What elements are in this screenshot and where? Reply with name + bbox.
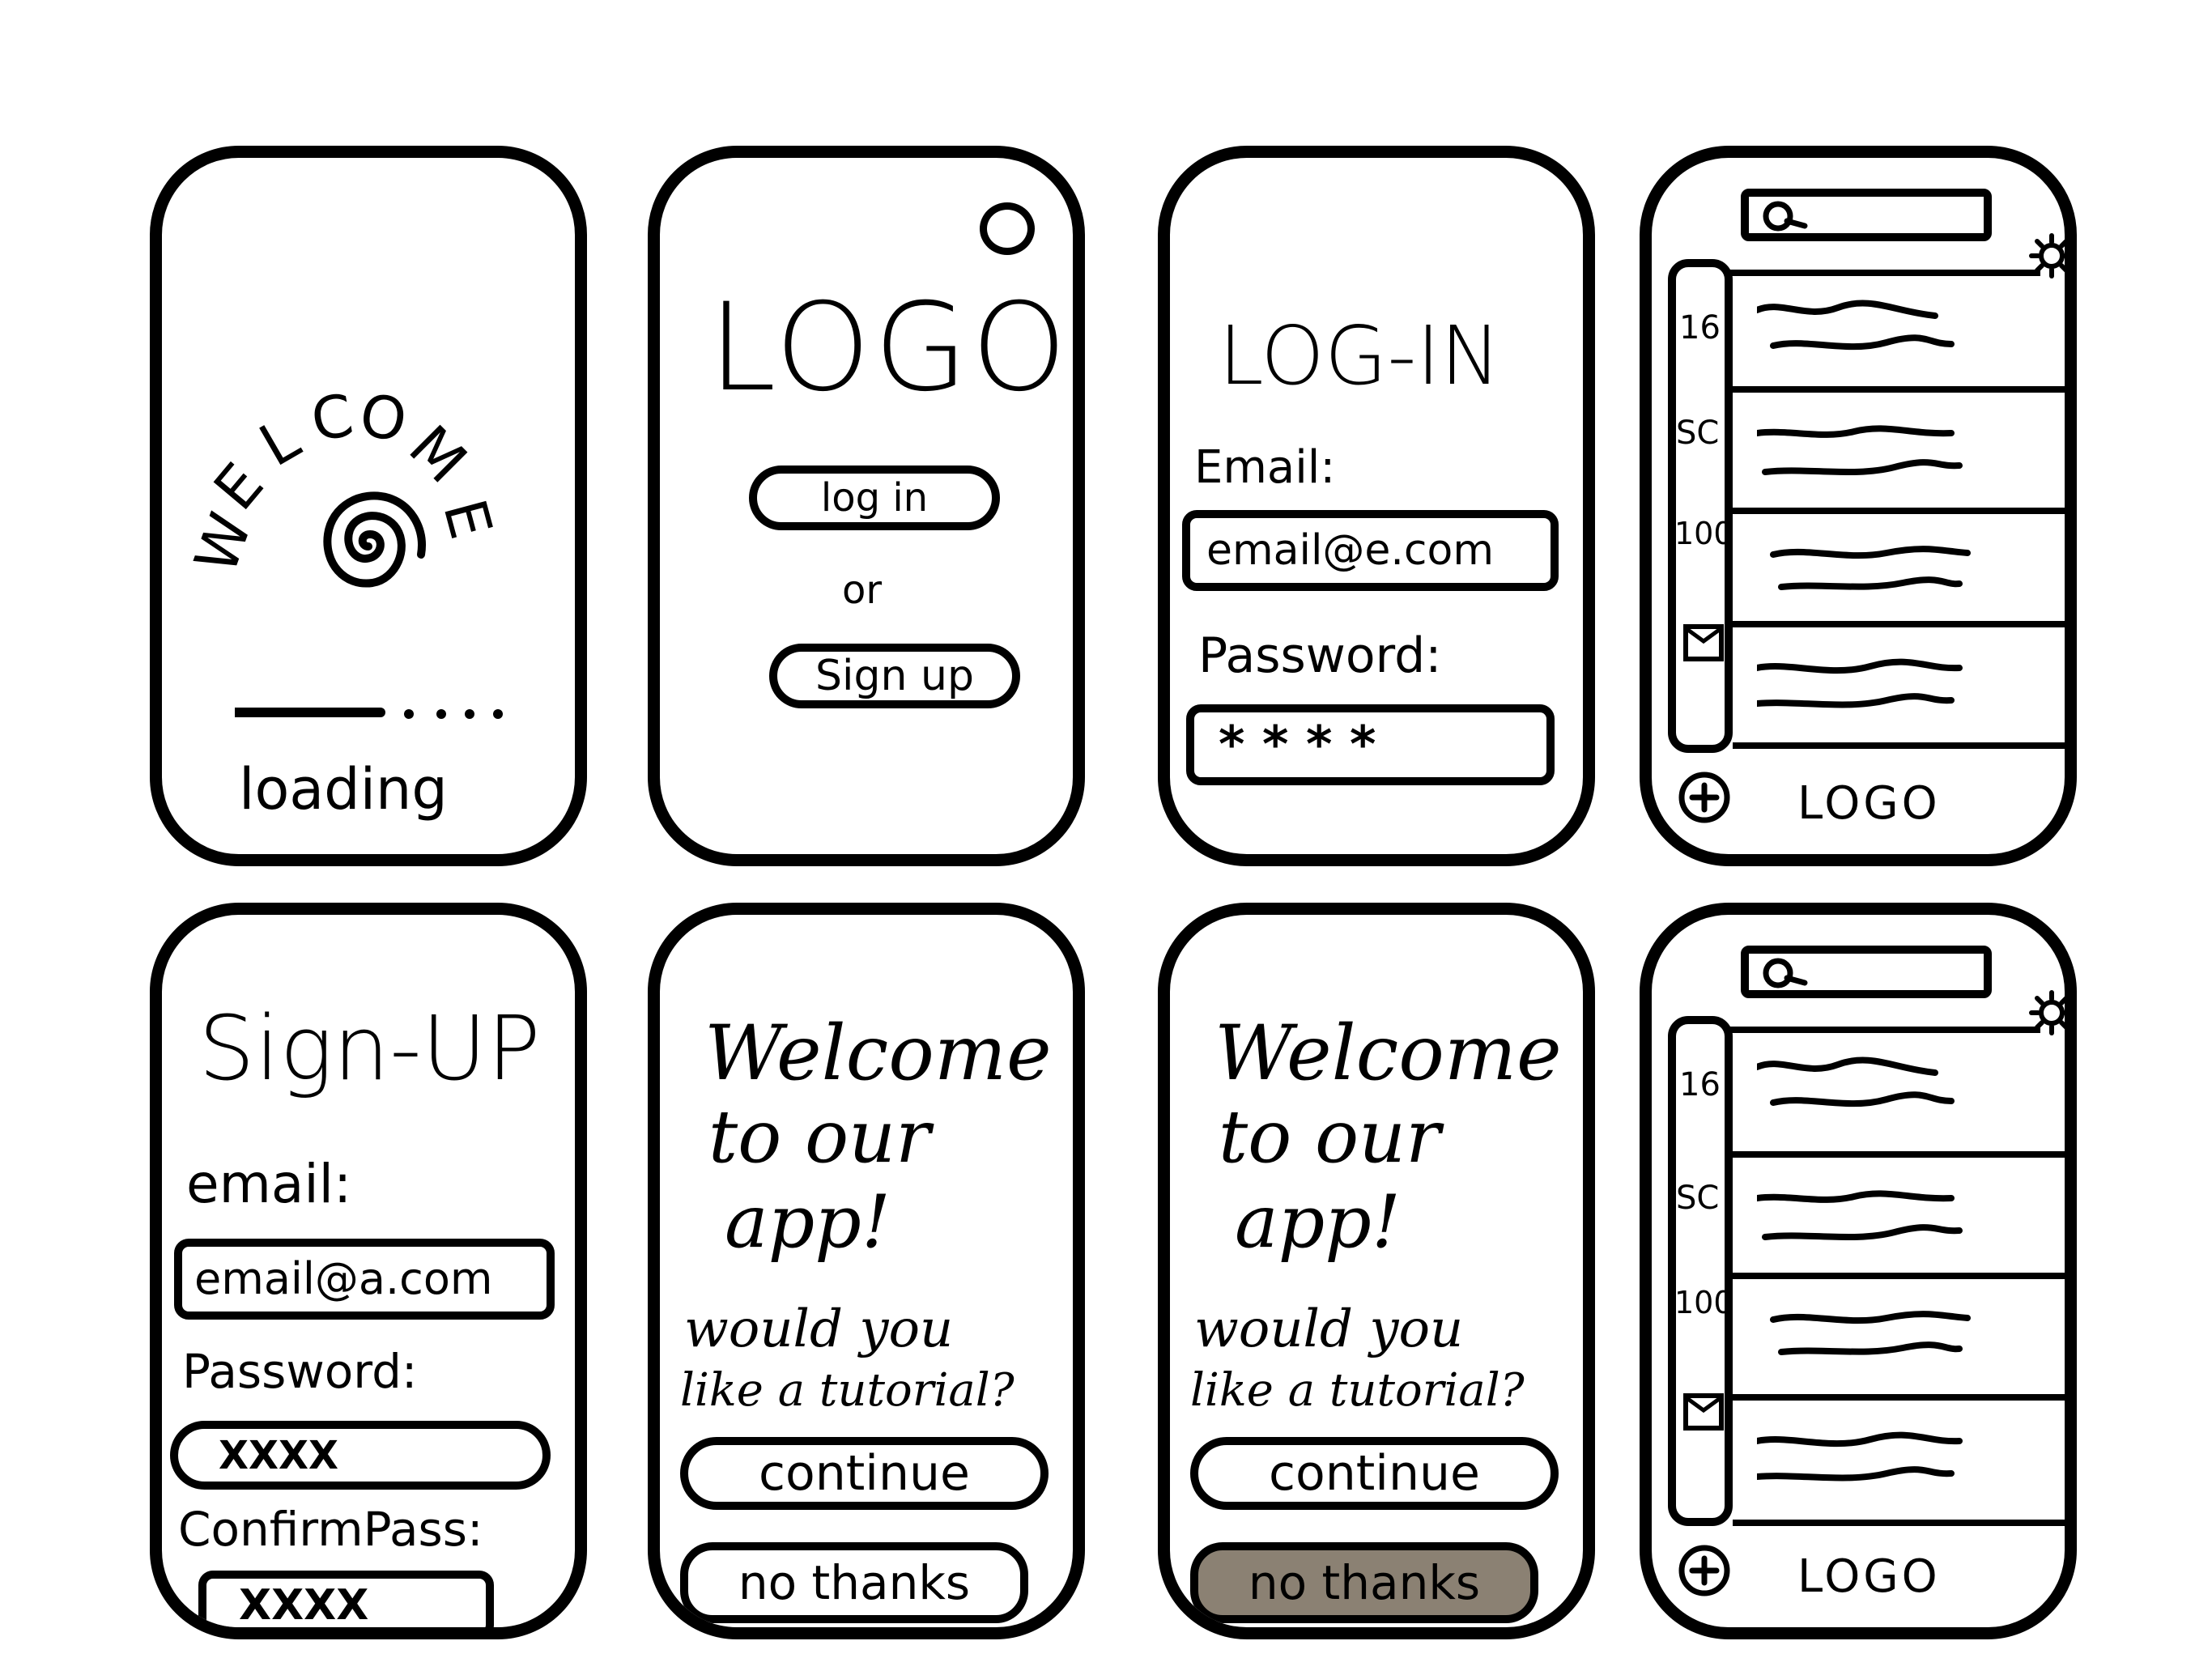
- password-field[interactable]: XXXX: [170, 1421, 551, 1490]
- signup-title: Sign-UP: [198, 997, 541, 1100]
- or-label: or: [842, 568, 883, 613]
- row-divider: [1733, 1151, 2065, 1158]
- login-button[interactable]: log in: [749, 466, 1000, 530]
- email-label: email:: [186, 1153, 352, 1215]
- side-rail[interactable]: 16 SC 100: [1668, 1016, 1733, 1526]
- side-item-label[interactable]: 16: [1679, 1069, 1721, 1101]
- row-divider: [1733, 1273, 2065, 1279]
- footer-logo: LOGO: [1797, 1550, 1941, 1603]
- email-field[interactable]: email@e.com: [1182, 510, 1559, 591]
- no-thanks-button-label: no thanks: [738, 1555, 971, 1610]
- text-placeholder: [1757, 425, 1963, 476]
- loading-bar: [235, 708, 503, 719]
- no-thanks-button-pressed[interactable]: no thanks: [1190, 1542, 1538, 1623]
- signup-button-label: Sign up: [815, 652, 974, 700]
- splash-screen: W E L C O M E loading: [150, 146, 587, 866]
- footer-logo: LOGO: [1797, 777, 1941, 830]
- side-item-label[interactable]: 100: [1674, 518, 1733, 549]
- welcome-title-line: app!: [1235, 1180, 1402, 1265]
- continue-button-label: continue: [759, 1445, 970, 1502]
- side-item-label[interactable]: SC: [1676, 417, 1719, 449]
- camera-icon: [980, 202, 1035, 255]
- feed-row[interactable]: [1733, 1028, 2065, 1158]
- spiral-icon: [323, 491, 426, 588]
- row-divider: [1733, 386, 2065, 393]
- side-item-label[interactable]: SC: [1676, 1182, 1719, 1214]
- row-divider: [1733, 621, 2065, 627]
- email-field-value: email@a.com: [194, 1253, 493, 1304]
- feed-screen: 16 SC 100 LOGO: [1640, 903, 2077, 1639]
- tutorial-question: like a tutorial?: [1190, 1364, 1525, 1417]
- welcome-title-line: to our: [708, 1095, 931, 1180]
- feed-row[interactable]: [1733, 1401, 2065, 1526]
- search-bar[interactable]: [1741, 946, 1992, 998]
- text-placeholder: [1770, 546, 1971, 590]
- password-label: Password:: [1198, 627, 1442, 684]
- plus-icon[interactable]: [1676, 1542, 1733, 1599]
- row-divider: [1733, 508, 2065, 514]
- tutorial-question: would you: [684, 1299, 954, 1359]
- welcome-title-line: Welcome: [1214, 1010, 1562, 1098]
- side-item-label[interactable]: 100: [1674, 1287, 1733, 1318]
- search-icon[interactable]: [1760, 200, 1809, 236]
- side-item-label[interactable]: 16: [1679, 312, 1721, 344]
- password-label: Password:: [182, 1344, 418, 1399]
- welcome-title-line: to our: [1219, 1095, 1441, 1180]
- email-field[interactable]: email@a.com: [174, 1239, 555, 1320]
- tutorial-question: like a tutorial?: [680, 1364, 1015, 1417]
- signup-button[interactable]: Sign up: [769, 644, 1020, 708]
- text-placeholder: [1757, 300, 1955, 351]
- plus-icon[interactable]: [1676, 769, 1733, 826]
- password-field-value: XXXX: [219, 1432, 339, 1478]
- feed-row[interactable]: [1733, 1279, 2065, 1401]
- confirm-password-field[interactable]: XXXX: [198, 1571, 494, 1630]
- app-logo: LOGO: [708, 278, 1070, 419]
- feed-screen: 16 SC 100 LOGO: [1640, 146, 2077, 866]
- continue-button[interactable]: continue: [680, 1437, 1049, 1510]
- tutorial-question: would you: [1194, 1299, 1464, 1359]
- side-rail[interactable]: 16 SC 100: [1668, 259, 1733, 753]
- login-screen: LOG-IN Email: email@e.com Password: * * …: [1158, 146, 1595, 866]
- row-divider: [1733, 742, 2065, 749]
- continue-button[interactable]: continue: [1190, 1437, 1559, 1510]
- password-field-value: * * * *: [1219, 715, 1376, 774]
- search-icon[interactable]: [1760, 957, 1809, 993]
- login-button-label: log in: [820, 475, 929, 521]
- welcome-screen-pressed: Welcome to our app! would you like a tut…: [1158, 903, 1595, 1639]
- loading-label: loading: [239, 756, 448, 823]
- mail-icon[interactable]: [1682, 1392, 1725, 1431]
- landing-screen: LOGO log in or Sign up: [648, 146, 1085, 866]
- email-field-value: email@e.com: [1206, 526, 1494, 575]
- email-label: Email:: [1194, 441, 1336, 494]
- password-field[interactable]: * * * *: [1186, 704, 1555, 785]
- confirm-password-label: ConfirmPass:: [178, 1502, 483, 1557]
- text-placeholder: [1770, 1311, 1971, 1355]
- welcome-letter: O: [355, 380, 412, 456]
- text-placeholder: [1757, 658, 1963, 708]
- welcome-letter: C: [306, 380, 359, 455]
- feed-row[interactable]: [1733, 514, 2065, 627]
- feed-row[interactable]: [1733, 627, 2065, 749]
- feed-row[interactable]: [1733, 1158, 2065, 1279]
- mail-icon[interactable]: [1682, 623, 1725, 662]
- login-title: LOG-IN: [1219, 308, 1501, 403]
- search-bar[interactable]: [1741, 189, 1992, 241]
- welcome-screen: Welcome to our app! would you like a tut…: [648, 903, 1085, 1639]
- row-divider: [1733, 1520, 2065, 1526]
- welcome-title-line: app!: [725, 1180, 891, 1265]
- confirm-password-field-value: XXXX: [239, 1580, 369, 1630]
- continue-button-label: continue: [1269, 1445, 1480, 1502]
- text-placeholder: [1757, 1431, 1963, 1482]
- feed-row[interactable]: [1733, 393, 2065, 514]
- no-thanks-button[interactable]: no thanks: [680, 1542, 1028, 1623]
- feed-row[interactable]: [1733, 271, 2065, 393]
- row-divider: [1733, 1394, 2065, 1401]
- signup-screen: Sign-UP email: email@a.com Password: XXX…: [150, 903, 587, 1639]
- text-placeholder: [1757, 1056, 1955, 1107]
- welcome-title-line: Welcome: [704, 1010, 1052, 1098]
- text-placeholder: [1757, 1190, 1963, 1241]
- no-thanks-button-label: no thanks: [1248, 1555, 1481, 1610]
